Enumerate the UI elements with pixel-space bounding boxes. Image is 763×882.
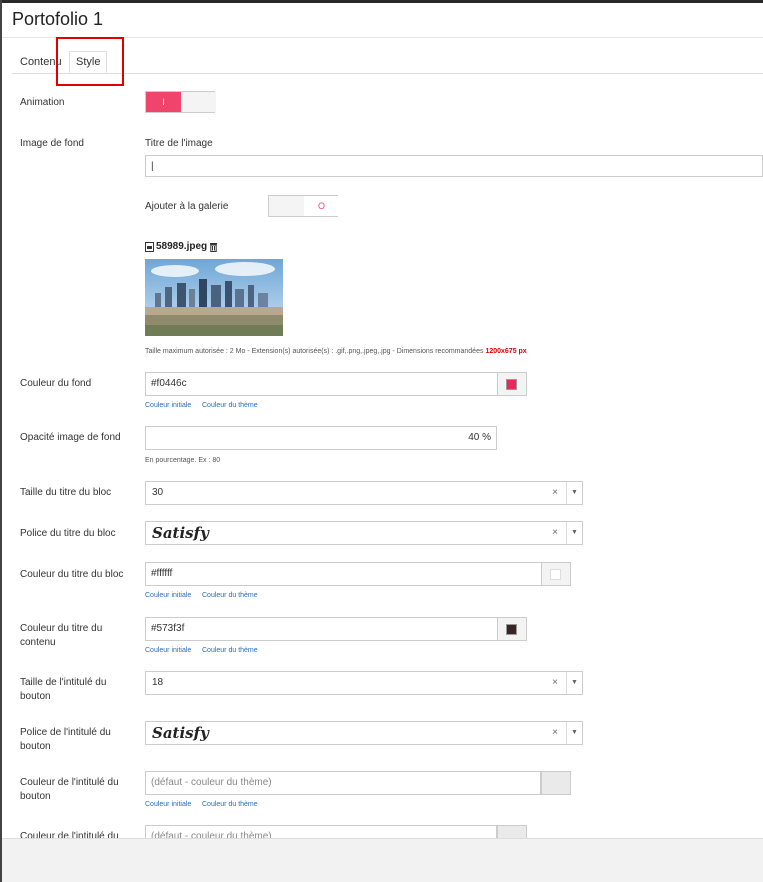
content-title-color-picker[interactable] — [497, 617, 527, 641]
file-row: 58989.jpeg — [145, 241, 218, 252]
image-title-input[interactable]: | — [145, 155, 763, 177]
color-swatch — [506, 379, 517, 390]
toggle-knob — [269, 196, 304, 216]
block-title-size-label: Taille du titre du bloc — [20, 487, 112, 498]
link-initial-color[interactable]: Couleur initiale — [145, 647, 191, 654]
color-swatch — [550, 569, 561, 580]
gallery-label: Ajouter à la galerie — [145, 201, 229, 212]
bg-color-picker[interactable] — [497, 372, 527, 396]
chevron-down-icon[interactable]: ▼ — [566, 482, 582, 504]
block-title-color-input[interactable]: #ffffff — [145, 562, 571, 586]
image-help: Taille maximum autorisée : 2 Mo - Extens… — [145, 348, 527, 355]
button-label-color-label: Couleur de l'intitulé du bouton — [20, 777, 119, 802]
bg-opacity-input[interactable]: 40 % — [145, 426, 497, 450]
link-initial-color[interactable]: Couleur initiale — [145, 592, 191, 599]
button-label-color-input[interactable]: (défaut - couleur du thème) — [145, 771, 541, 795]
image-help-dims: 1200x675 px — [485, 348, 527, 355]
link-initial-color[interactable]: Couleur initiale — [145, 801, 191, 808]
image-title-label: Titre de l'image — [145, 138, 213, 149]
chevron-down-icon[interactable]: ▼ — [566, 522, 582, 544]
button-label-color-placeholder: (défaut - couleur du thème) — [151, 777, 272, 788]
clear-icon[interactable]: × — [552, 722, 558, 744]
block-title-color-value: #ffffff — [151, 568, 173, 579]
button-label-font-label: Police de l'intitulé du bouton — [20, 727, 111, 752]
bg-opacity-label: Opacité image de fond — [20, 432, 121, 443]
animation-toggle[interactable]: I — [145, 91, 216, 113]
button-label-font-select[interactable]: Satisfy × ▼ — [145, 721, 583, 745]
bg-color-value: #f0446c — [151, 378, 187, 389]
file-name: 58989.jpeg — [156, 241, 208, 252]
content-title-color-value: #573f3f — [151, 623, 185, 634]
toggle-off-label: O — [304, 196, 339, 216]
block-title-font-label: Police du titre du bloc — [20, 528, 116, 539]
animation-label: Animation — [20, 97, 65, 108]
select-value: 18 — [152, 677, 164, 688]
select-value: 30 — [152, 487, 164, 498]
trash-icon[interactable] — [209, 242, 218, 252]
file-icon — [145, 241, 154, 252]
gallery-toggle[interactable]: O — [268, 195, 339, 217]
bottom-panel — [2, 838, 763, 882]
window-left-border — [0, 0, 2, 882]
link-initial-color[interactable]: Couleur initiale — [145, 402, 191, 409]
chevron-down-icon[interactable]: ▼ — [566, 672, 582, 694]
bg-color-input[interactable]: #f0446c — [145, 372, 527, 396]
page-title: Portofolio 1 — [12, 9, 104, 29]
content-title-color-input[interactable]: #573f3f — [145, 617, 527, 641]
button-label-size-select[interactable]: 18 × ▼ — [145, 671, 583, 695]
button-label-size-label: Taille de l'intitulé du bouton — [20, 677, 107, 702]
image-thumbnail — [145, 259, 283, 336]
tabs-divider — [12, 73, 763, 74]
block-title-color-label: Couleur du titre du bloc — [20, 569, 124, 580]
bg-color-label: Couleur du fond — [20, 378, 92, 389]
toggle-on-label: I — [146, 92, 181, 112]
bg-opacity-help: En pourcentage. Ex : 80 — [145, 457, 221, 464]
block-title-font-select[interactable]: Satisfy × ▼ — [145, 521, 583, 545]
window-top-border — [0, 0, 763, 3]
chevron-down-icon[interactable]: ▼ — [566, 722, 582, 744]
clear-icon[interactable]: × — [552, 482, 558, 504]
clear-icon[interactable]: × — [552, 522, 558, 544]
select-value: Satisfy — [152, 724, 209, 742]
block-title-size-select[interactable]: 30 × ▼ — [145, 481, 583, 505]
block-title-color-picker[interactable] — [541, 562, 571, 586]
toggle-knob — [181, 92, 216, 112]
link-theme-color[interactable]: Couleur du thème — [202, 592, 258, 599]
link-theme-color[interactable]: Couleur du thème — [202, 647, 258, 654]
image-help-text: Taille maximum autorisée : 2 Mo - Extens… — [145, 348, 484, 355]
color-swatch — [506, 624, 517, 635]
select-value: Satisfy — [152, 524, 209, 542]
button-label-color-picker[interactable] — [541, 771, 571, 795]
clear-icon[interactable]: × — [552, 672, 558, 694]
content-title-color-label: Couleur du titre du contenu — [20, 623, 103, 648]
link-theme-color[interactable]: Couleur du thème — [202, 801, 258, 808]
bg-image-label: Image de fond — [20, 138, 84, 149]
link-theme-color[interactable]: Couleur du thème — [202, 402, 258, 409]
highlight-box — [56, 37, 124, 86]
bg-opacity-value: 40 % — [468, 432, 491, 443]
